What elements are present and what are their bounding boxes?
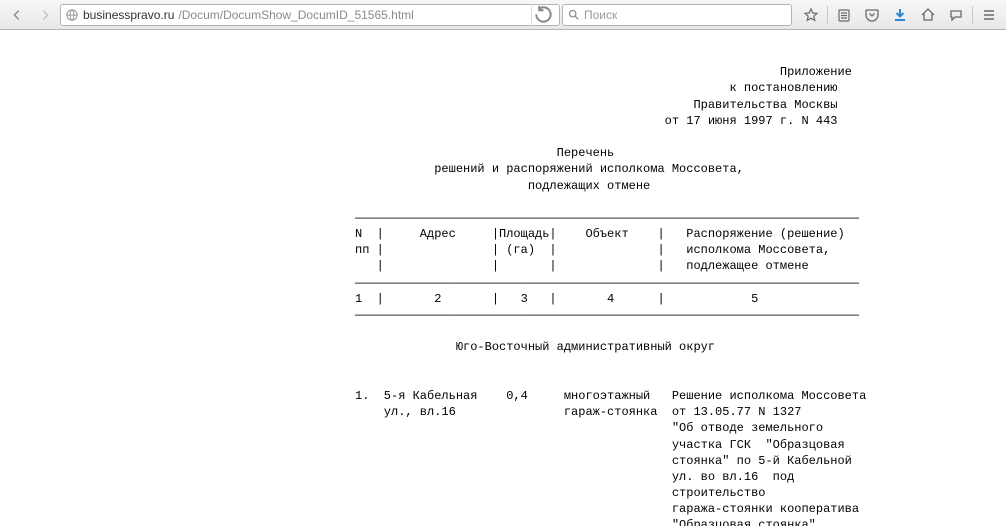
download-icon	[892, 7, 908, 23]
hamburger-icon	[981, 7, 997, 23]
chat-icon	[948, 7, 964, 23]
globe-icon	[65, 8, 79, 22]
arrow-right-icon	[38, 8, 52, 22]
table-row: строительство	[355, 486, 765, 500]
pocket-button[interactable]	[859, 3, 885, 27]
doc-title: решений и распоряжений исполкома Моссове…	[355, 162, 744, 176]
document-body: Приложение к постановлению Правительства…	[355, 30, 1006, 526]
table-row: стоянка" по 5-й Кабельной	[355, 454, 852, 468]
doc-header: Правительства Москвы	[355, 98, 837, 112]
bookmark-button[interactable]	[798, 3, 824, 27]
star-icon	[803, 7, 819, 23]
doc-title: подлежащих отмене	[355, 179, 650, 193]
home-button[interactable]	[915, 3, 941, 27]
search-bar[interactable]: Поиск	[562, 4, 792, 26]
table-row: 1. 5-я Кабельная 0,4 многоэтажный Решени…	[355, 389, 866, 403]
table-separator: ————————————————————————————————————————…	[355, 308, 859, 322]
table-header-row: | | | | подлежащее отмене	[355, 259, 809, 273]
search-placeholder: Поиск	[584, 8, 617, 22]
table-row: ул. во вл.16 под	[355, 470, 794, 484]
table-header-row: N | Адрес |Площадь| Объект | Распоряжени…	[355, 227, 845, 241]
table-separator: ————————————————————————————————————————…	[355, 211, 859, 225]
table-header-row: пп | | (га) | | исполкома Моссовета,	[355, 243, 830, 257]
doc-title: Перечень	[355, 146, 614, 160]
table-row: гаража-стоянки кооператива	[355, 502, 859, 516]
home-icon	[920, 7, 936, 23]
browser-toolbar: businesspravo.ru/Docum/DocumShow_DocumID…	[0, 0, 1006, 30]
table-row: "Образцовая стоянка"	[355, 518, 816, 526]
url-host: businesspravo.ru	[83, 8, 174, 22]
table-row: ул., вл.16 гараж-стоянка от 13.05.77 N 1…	[355, 405, 801, 419]
search-icon	[567, 8, 580, 21]
chat-button[interactable]	[943, 3, 969, 27]
clipboard-icon	[836, 7, 852, 23]
downloads-button[interactable]	[887, 3, 913, 27]
sidebar-button[interactable]	[831, 3, 857, 27]
arrow-left-icon	[10, 8, 24, 22]
menu-button[interactable]	[976, 3, 1002, 27]
doc-header: к постановлению	[355, 81, 837, 95]
toolbar-icons	[794, 3, 1002, 27]
table-row: "Об отводе земельного	[355, 421, 823, 435]
reload-icon	[532, 3, 555, 26]
table-row: участка ГСК "Образцовая	[355, 438, 845, 452]
table-separator: ————————————————————————————————————————…	[355, 276, 859, 290]
doc-header: от 17 июня 1997 г. N 443	[355, 114, 837, 128]
back-button[interactable]	[4, 3, 30, 27]
url-path: /Docum/DocumShow_DocumID_51565.html	[178, 8, 413, 22]
url-bar[interactable]: businesspravo.ru/Docum/DocumShow_DocumID…	[60, 4, 560, 26]
reload-button[interactable]	[531, 4, 555, 26]
document-viewport[interactable]: Приложение к постановлению Правительства…	[0, 30, 1006, 526]
pocket-icon	[864, 7, 880, 23]
toolbar-divider	[827, 6, 828, 24]
forward-button[interactable]	[32, 3, 58, 27]
doc-header: Приложение	[355, 65, 852, 79]
toolbar-divider	[972, 6, 973, 24]
section-heading: Юго-Восточный административный округ	[355, 340, 715, 354]
table-index-row: 1 | 2 | 3 | 4 | 5	[355, 292, 758, 306]
